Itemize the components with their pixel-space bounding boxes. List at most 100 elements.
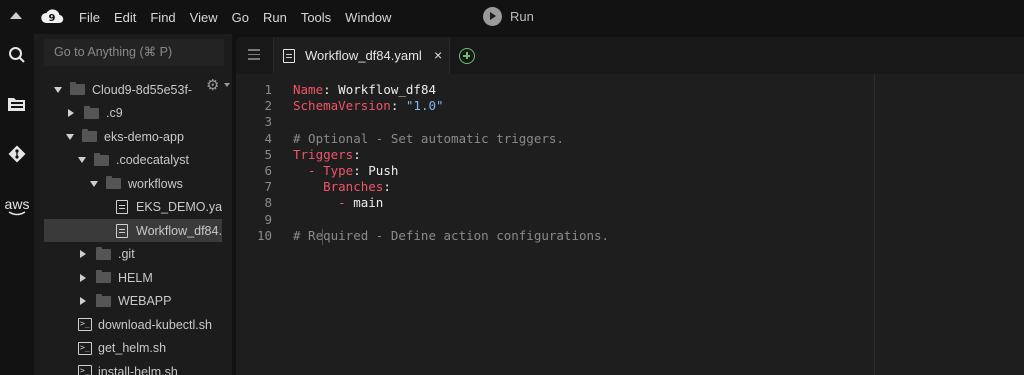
tree-item-label: get_helm.sh [98,341,167,355]
chevron-down-icon[interactable] [224,83,230,87]
chevron-right-icon[interactable] [80,250,86,258]
tree-folder[interactable]: WEBAPP [44,290,222,313]
terminal-file-icon: >_ [78,341,92,355]
tree-folder[interactable]: .codecatalyst [44,149,222,172]
line-number: 9 [264,211,272,227]
tree-file[interactable]: >_ install-helm.sh [44,360,222,375]
code-token: Name [293,82,324,97]
files-icon[interactable] [0,91,34,115]
tree-folder[interactable]: .c9 [44,102,222,125]
code-token: # Optional - Set automatic triggers. [293,130,564,146]
folder-icon [96,246,111,260]
collapse-arrow-icon[interactable] [10,12,22,19]
menu-item-find[interactable]: Find [150,10,175,25]
tab-label: Workflow_df84.yaml [305,48,422,63]
line-number: 3 [264,114,272,130]
line-number: 2 [264,98,272,114]
tree-item-label: .c9 [106,106,123,120]
run-label: Run [510,9,534,24]
tree-folder[interactable]: workflows [44,172,222,195]
chevron-right-icon[interactable] [68,109,74,117]
run-button[interactable]: Run [483,7,534,26]
menu-item-window[interactable]: Window [345,10,391,25]
tree-folder[interactable]: Cloud9-8d55e53f- [44,78,222,101]
go-to-anything-input[interactable]: Go to Anything (⌘ P) [44,39,224,66]
code-line: 2 SchemaVersion: "1.0" [236,98,1024,114]
line-number: 5 [264,146,272,162]
code-token: - [293,163,324,178]
tab-menu-icon[interactable] [248,49,260,60]
tree-item-label: install-helm.sh [98,364,178,375]
tree-folder[interactable]: .git [44,243,222,266]
menu-item-go[interactable]: Go [232,10,249,25]
code-line: 1 Name: Workflow_df84 [236,82,1024,98]
menu-item-edit[interactable]: Edit [114,10,136,25]
folder-icon [96,293,111,307]
code-line: 6 - Type: Push [236,163,1024,179]
tree-item-label: download-kubectl.sh [98,317,212,332]
chevron-right-icon[interactable] [80,297,86,305]
code-line: 10 # Required - Define action configurati… [236,228,1024,244]
tree-item-label: Workflow_df84.yaml [136,223,222,238]
file-icon [283,48,295,63]
line-number: 6 [264,163,272,178]
tree-folder[interactable]: HELM [44,266,222,289]
code-token: SchemaVersion [293,98,391,114]
file-icon [116,200,128,214]
code-token: Type [323,163,354,178]
code-token: : [353,146,361,162]
code-line: 3 [236,114,1024,130]
code-text: - Type: Push [293,163,398,179]
menu-item-run[interactable]: Run [263,10,287,25]
chevron-down-icon[interactable] [66,133,74,140]
tree-item-label: .git [118,247,135,261]
code-token: # Required - Define action configuration… [293,227,610,243]
chevron-down-icon[interactable] [90,180,98,187]
tree-item-label: eks-demo-app [104,129,184,144]
menu-item-view[interactable]: View [190,10,218,25]
chevron-right-icon[interactable] [80,273,86,282]
tree-file[interactable]: >_ download-kubectl.sh [44,313,222,336]
menu-bar: 9 File Edit Find View Go Run Tools Window Run [0,0,1024,34]
code-token: "1.0" [405,98,444,114]
svg-text:9: 9 [49,13,56,24]
indent-guide [322,229,323,245]
tree-file[interactable]: EKS_DEMO.yaml [44,196,222,219]
editor-panel: Workflow_df84.yaml × 1 Name: Workflow_df8… [236,37,1024,375]
search-icon[interactable] [0,44,34,66]
code-text: # Required - Define action configuration… [293,228,609,244]
line-number: 4 [264,130,272,146]
close-icon[interactable]: × [434,47,442,63]
code-text: Triggers: [293,147,361,163]
aws-icon[interactable]: aws [0,194,34,220]
code-text: SchemaVersion: "1.0" [293,98,444,114]
code-token: : [323,82,339,97]
tree-file[interactable]: Workflow_df84.yaml [44,219,222,242]
code-line: 4 # Optional - Set automatic triggers. [236,131,1024,147]
folder-icon [106,176,121,189]
add-tab-icon[interactable] [459,48,475,64]
cloud9-logo-icon[interactable]: 9 [40,6,64,26]
tab-workflow-df84[interactable]: Workflow_df84.yaml × [273,37,450,74]
git-icon[interactable] [0,142,34,166]
tree-folder[interactable]: eks-demo-app [44,125,222,148]
folder-icon [84,105,99,119]
code-token: main [353,195,384,211]
terminal-file-icon: >_ [78,365,92,375]
chevron-down-icon[interactable] [54,86,62,93]
activity-bar: aws [0,34,34,375]
code-line: 8 - main [236,195,1024,211]
menu-item-file[interactable]: File [79,10,100,25]
tree-file[interactable]: >_ get_helm.sh [44,337,222,360]
code-token: : [390,98,406,114]
aws-label: aws [4,196,30,212]
chevron-down-icon[interactable] [78,157,86,163]
folder-icon [82,129,97,142]
code-token: Push [368,163,399,178]
code-line: 5 Triggers: [236,147,1024,163]
line-number: 10 [256,227,272,243]
code-token: Workflow_df84 [338,82,437,97]
menu-item-tools[interactable]: Tools [301,10,331,25]
tree-item-label: .codecatalyst [116,153,189,167]
code-token: Triggers [293,146,354,162]
